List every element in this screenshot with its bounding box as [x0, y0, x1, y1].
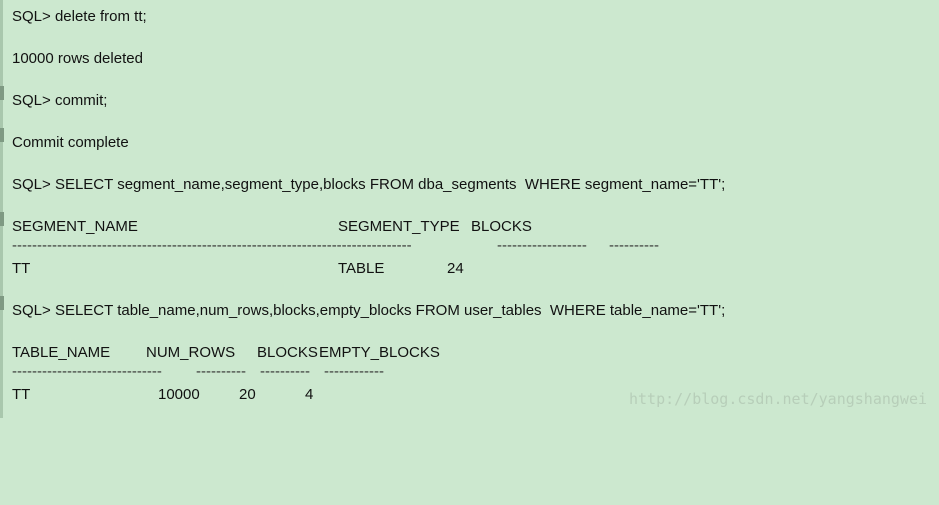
watermark: http://blog.csdn.net/yangshangwei [628, 390, 927, 408]
separator: ---------- [260, 363, 310, 380]
gutter-marker [0, 128, 4, 142]
gutter-marker [0, 86, 4, 100]
result-header-row: SEGMENT_NAME SEGMENT_TYPE BLOCKS [12, 217, 612, 237]
sql-command-line: SQL> SELECT table_name,num_rows,blocks,e… [12, 302, 726, 319]
result-data-row: TT 10000 20 4 [12, 385, 612, 405]
column-header: TABLE_NAME [12, 344, 111, 361]
result-separator-row: ----------------------------------------… [12, 236, 712, 256]
separator: ------------------ [497, 237, 587, 254]
column-header: SEGMENT_NAME [12, 218, 138, 235]
cell: 20 [239, 386, 256, 403]
cell: TT [12, 386, 31, 403]
column-header: EMPTY_BLOCKS [319, 344, 440, 361]
column-header: NUM_ROWS [146, 344, 236, 361]
sql-command-line: SQL> commit; [12, 92, 108, 109]
gutter-marker [0, 212, 4, 226]
cell: 10000 [158, 386, 200, 403]
result-data-row: TT TABLE 24 [12, 259, 612, 279]
separator: ---------- [196, 363, 246, 380]
cell: 4 [305, 386, 314, 403]
left-gutter [0, 0, 3, 418]
sql-command-line: SQL> SELECT segment_name,segment_type,bl… [12, 176, 726, 193]
cell: 24 [447, 260, 464, 277]
output-line: 10000 rows deleted [12, 50, 143, 67]
result-separator-row: ------------------------------ ---------… [12, 362, 612, 382]
column-header: SEGMENT_TYPE [338, 218, 460, 235]
output-line: Commit complete [12, 134, 129, 151]
column-header: BLOCKS [257, 344, 318, 361]
cell: TT [12, 260, 31, 277]
separator: ----------------------------------------… [12, 237, 412, 254]
sql-console-output: SQL> delete from tt; 10000 rows deleted … [12, 0, 939, 418]
column-header: BLOCKS [471, 218, 532, 235]
result-header-row: TABLE_NAME NUM_ROWS BLOCKS EMPTY_BLOCKS [12, 343, 612, 363]
sql-command-line: SQL> delete from tt; [12, 8, 147, 25]
separator: ------------------------------ [12, 363, 162, 380]
gutter-marker [0, 296, 4, 310]
separator: ---------- [609, 237, 659, 254]
separator: ------------ [324, 363, 384, 380]
cell: TABLE [338, 260, 385, 277]
